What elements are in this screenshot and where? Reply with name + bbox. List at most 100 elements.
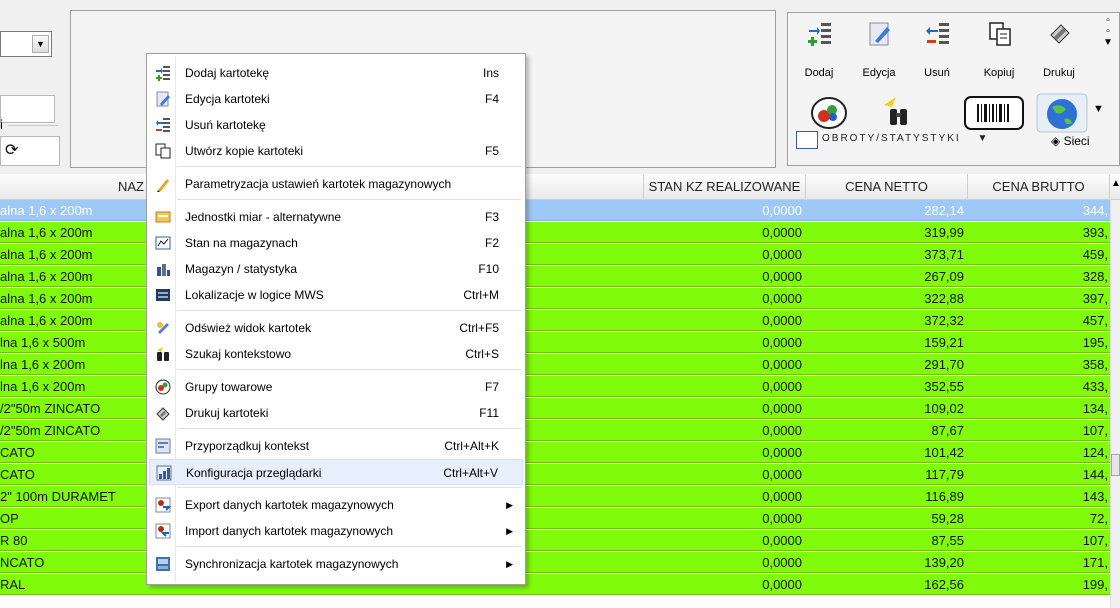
cell-name: alna 1,6 x 200m (0, 225, 93, 240)
menu-item-shortcut: F5 (484, 144, 499, 158)
remove-button[interactable]: Usuń (912, 19, 962, 87)
cell-name: R 80 (0, 533, 28, 548)
location-icon (156, 289, 170, 301)
toolbar-scroll[interactable]: ▫ ▫ ▼ (1102, 15, 1114, 75)
menu-item[interactable]: Dodaj kartotekę Ins (149, 60, 523, 86)
column-header-stan[interactable]: STAN KZ REALIZOWANE (644, 174, 806, 200)
menu-item-shortcut: Ctrl+M (463, 288, 499, 302)
binoculars-icon[interactable] (878, 93, 918, 133)
cell-stan: 0,0000 (762, 401, 802, 416)
menu-item-label: Lokalizacje w logice MWS (185, 288, 324, 302)
barcode-icon[interactable] (964, 96, 1024, 130)
menu-item-label: Odśwież widok kartotek (185, 321, 312, 335)
print-icon (156, 407, 170, 421)
edit-button[interactable]: Edycja (854, 19, 904, 87)
import-icon (155, 523, 171, 539)
menu-item[interactable]: Parametryzacja ustawień kartotek magazyn… (149, 171, 523, 197)
cell-stan: 0,0000 (762, 533, 802, 548)
menu-item[interactable]: Drukuj kartoteki F11 (149, 400, 523, 426)
filter-combo[interactable]: ▼ (0, 31, 52, 57)
cell-brutto: 72, (1089, 511, 1108, 526)
cell-stan: 0,0000 (762, 247, 802, 262)
scroll-thumb[interactable] (1111, 454, 1120, 476)
export-icon (155, 497, 171, 513)
cell-netto: 282,14 (924, 203, 964, 218)
menu-item[interactable]: Grupy towarowe F7 (149, 374, 523, 400)
groups-icon[interactable] (810, 95, 848, 131)
refresh-icon (157, 322, 169, 334)
cell-stan: 0,0000 (762, 269, 802, 284)
menu-item-shortcut: Ins (482, 66, 499, 80)
chevron-down-icon[interactable]: ▼ (32, 35, 49, 53)
cell-brutto: 143, (1082, 489, 1108, 504)
sieci-button[interactable]: ◈ Sieci (1051, 134, 1090, 148)
cell-brutto: 393, (1082, 225, 1108, 240)
menu-item[interactable]: Konfiguracja przeglądarki Ctrl+Alt+V (149, 459, 523, 485)
cell-netto: 87,55 (931, 533, 964, 548)
binoculars-icon (157, 347, 169, 361)
column-header-brutto[interactable]: CENA BRUTTO (968, 174, 1110, 200)
menu-item[interactable]: Lokalizacje w logice MWS Ctrl+M (149, 282, 523, 308)
menu-item-shortcut: F3 (484, 210, 499, 224)
cell-netto: 159,21 (924, 335, 964, 350)
menu-item[interactable]: Magazyn / statystyka F10 (149, 256, 523, 282)
cell-brutto: 124, (1082, 445, 1108, 460)
copy-icon (989, 22, 1011, 46)
cell-netto: 372,32 (924, 313, 964, 328)
menu-item[interactable]: Jednostki miar - alternatywne F3 (149, 204, 523, 230)
copy-button[interactable]: Kopiuj (974, 19, 1024, 87)
remove-record-icon (156, 118, 170, 132)
cell-stan: 0,0000 (762, 445, 802, 460)
menu-item-label: Edycja kartoteki (185, 92, 270, 106)
globe-icon[interactable] (1036, 93, 1088, 133)
menu-item[interactable]: Przyporządkuj kontekst Ctrl+Alt+K (149, 433, 523, 459)
menu-item[interactable]: Synchronizacja kartotek magazynowych ▶ (149, 551, 523, 577)
field-label: i (0, 117, 3, 132)
cell-stan: 0,0000 (762, 313, 802, 328)
menu-item[interactable]: Export danych kartotek magazynowych ▶ (149, 492, 523, 518)
menu-separator (177, 428, 521, 429)
cell-netto: 267,09 (924, 269, 964, 284)
warehouse-stats-icon (157, 264, 170, 276)
cell-name: lna 1,6 x 200m (0, 379, 86, 394)
menu-item-shortcut: Ctrl+S (465, 347, 499, 361)
filter-field[interactable] (0, 95, 55, 123)
cell-stan: 0,0000 (762, 225, 802, 240)
menu-item[interactable]: Import danych kartotek magazynowych ▶ (149, 518, 523, 544)
cell-brutto: 199, (1082, 577, 1108, 592)
print-button[interactable]: Drukuj (1034, 19, 1084, 87)
cell-brutto: 107, (1082, 533, 1108, 548)
submenu-arrow-icon: ▶ (506, 559, 513, 569)
menu-item[interactable]: Stan na magazynach F2 (149, 230, 523, 256)
menu-item[interactable]: Utwórz kopie kartoteki F5 (149, 138, 523, 164)
refresh-button[interactable]: ⟳ (0, 136, 60, 166)
column-header-netto[interactable]: CENA NETTO (806, 174, 968, 200)
menu-item-label: Parametryzacja ustawień kartotek magazyn… (185, 177, 452, 191)
cell-brutto: 433, (1082, 379, 1108, 394)
add-button[interactable]: Dodaj (794, 19, 844, 87)
menu-item[interactable]: Szukaj kontekstowo Ctrl+S (149, 341, 523, 367)
menu-item[interactable]: Usuń kartotekę (149, 112, 523, 138)
menu-item-shortcut: F11 (479, 406, 499, 420)
chevron-down-icon[interactable]: ▼ (977, 133, 989, 144)
menu-item[interactable]: Edycja kartoteki F4 (149, 86, 523, 112)
obroty-statystyki-button[interactable]: OBROTY/STATYSTYKI ▼ (796, 131, 989, 149)
scroll-up-icon[interactable]: ▲ (1111, 178, 1120, 189)
menu-item[interactable]: Odśwież widok kartotek Ctrl+F5 (149, 315, 523, 341)
menu-item-shortcut: F4 (484, 92, 499, 106)
groups-icon (155, 379, 171, 395)
cell-brutto: 344, (1082, 203, 1108, 218)
units-icon (155, 211, 171, 223)
edit-icon (869, 22, 890, 46)
cell-netto: 116,89 (925, 489, 964, 504)
menu-item-shortcut: F7 (484, 380, 499, 394)
cell-name: CATO (0, 445, 35, 460)
chevron-down-icon[interactable]: ▼ (1093, 103, 1104, 115)
stock-icon (155, 236, 171, 250)
vertical-scrollbar[interactable] (1110, 200, 1120, 608)
cell-netto: 373,71 (924, 247, 964, 262)
menu-item-label: Utwórz kopie kartoteki (185, 144, 304, 158)
cell-brutto: 144, (1082, 467, 1108, 482)
menu-item-label: Grupy towarowe (185, 380, 273, 394)
add-record-icon (156, 66, 170, 81)
